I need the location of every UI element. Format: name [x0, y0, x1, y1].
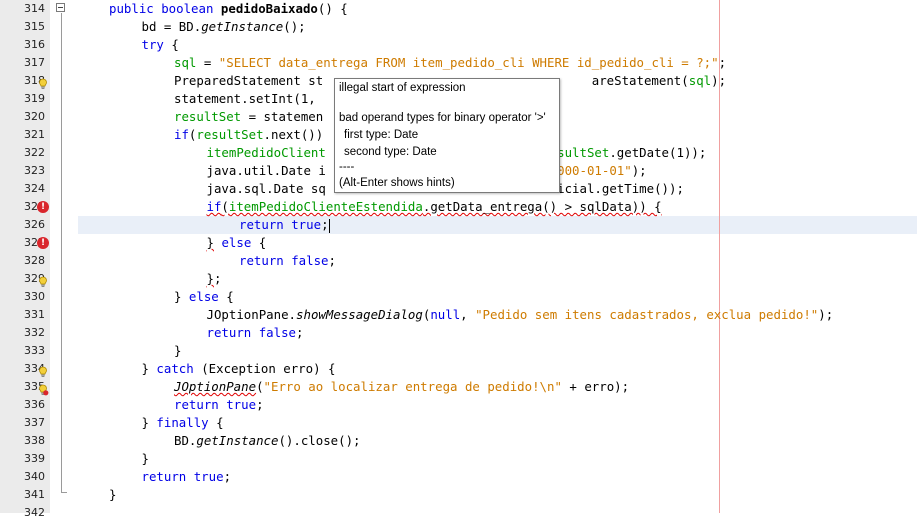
code-line[interactable]: 331 JOptionPane.showMessageDialog(null, "…	[0, 306, 917, 324]
line-number: 322	[24, 146, 45, 159]
code-line[interactable]: 336 return true;	[0, 396, 917, 414]
tooltip-message: bad operand types for binary operator '>…	[339, 112, 546, 124]
line-number: 319	[24, 92, 45, 105]
line-number: 342	[24, 506, 45, 519]
code-line[interactable]: 334} catch (Exception erro) {	[0, 360, 917, 378]
code-line[interactable]: 327!} else {	[0, 234, 917, 252]
code-line[interactable]: 329};	[0, 270, 917, 288]
code-text[interactable]: if(itemPedidoClienteEstendida.getData_en…	[207, 198, 662, 216]
code-text[interactable]: return true;	[239, 216, 330, 234]
code-line[interactable]: 330 } else {	[0, 288, 917, 306]
error-tooltip: illegal start of expression bad operand …	[334, 78, 560, 193]
line-number: 333	[24, 344, 45, 357]
line-number: 323	[24, 164, 45, 177]
line-number: 320	[24, 110, 45, 123]
code-text[interactable]: resultSet = statemen	[174, 108, 323, 126]
code-text[interactable]: } finally {	[142, 414, 224, 432]
code-line[interactable]: 316 try {	[0, 36, 917, 54]
code-text[interactable]: } else {	[174, 288, 234, 306]
code-text[interactable]: }	[109, 486, 116, 504]
code-line[interactable]: 335 JOptionPane("Erro ao localizar entreg…	[0, 378, 917, 396]
code-text[interactable]: return false;	[207, 324, 304, 342]
code-line[interactable]: 338 BD.getInstance().close();	[0, 432, 917, 450]
code-text[interactable]: }	[142, 450, 149, 468]
tooltip-second-type: second type: Date	[344, 146, 437, 158]
code-line[interactable]: 315 bd = BD.getInstance();	[0, 18, 917, 36]
tooltip-title: illegal start of expression	[339, 82, 466, 94]
tooltip-separator: ----	[339, 161, 355, 173]
hint-bulb-error-icon[interactable]	[37, 381, 49, 396]
code-text[interactable]: return false;	[239, 252, 336, 270]
code-text[interactable]: }	[174, 342, 181, 360]
code-text[interactable]: BD.getInstance().close();	[174, 432, 361, 450]
code-line[interactable]: 332 return false;	[0, 324, 917, 342]
line-number: 330	[24, 290, 45, 303]
code-line[interactable]: 317 sql = "SELECT data_entrega FROM item_…	[0, 54, 917, 72]
line-number: 315	[24, 20, 45, 33]
line-number: 314	[24, 2, 45, 15]
line-number: 331	[24, 308, 45, 321]
line-number: 338	[24, 434, 45, 447]
hint-bulb-icon[interactable]	[37, 363, 49, 377]
error-icon[interactable]: !	[37, 237, 49, 249]
code-text[interactable]: public boolean pedidoBaixado() {	[109, 0, 348, 18]
code-text[interactable]: return true;	[142, 468, 232, 486]
line-number: 328	[24, 254, 45, 267]
code-line[interactable]: 328 return false;	[0, 252, 917, 270]
line-number: 326	[24, 218, 45, 231]
code-text[interactable]: statement.setInt(1,	[174, 90, 316, 108]
code-text[interactable]: } catch (Exception erro) {	[142, 360, 336, 378]
code-line[interactable]: 325! if(itemPedidoClienteEstendida.getDat…	[0, 198, 917, 216]
tooltip-hint: (Alt-Enter shows hints)	[339, 177, 455, 189]
code-line[interactable]: 341}	[0, 486, 917, 504]
code-text[interactable]: };	[207, 270, 222, 288]
code-line[interactable]: 314 public boolean pedidoBaixado() {	[0, 0, 917, 18]
code-line[interactable]: 337 } finally {	[0, 414, 917, 432]
hint-bulb-icon[interactable]	[37, 75, 49, 89]
line-number: 340	[24, 470, 45, 483]
code-line[interactable]: 333}	[0, 342, 917, 360]
line-number: 337	[24, 416, 45, 429]
code-line[interactable]: 340 return true;	[0, 468, 917, 486]
code-text[interactable]: return true;	[174, 396, 264, 414]
code-text[interactable]: bd = BD.getInstance();	[142, 18, 306, 36]
line-number: 316	[24, 38, 45, 51]
line-number: 332	[24, 326, 45, 339]
tooltip-first-type: first type: Date	[344, 129, 419, 141]
line-number: 339	[24, 452, 45, 465]
code-line[interactable]: 342	[0, 504, 917, 522]
code-text[interactable]: JOptionPane.showMessageDialog(null, "Ped…	[207, 306, 834, 324]
code-text[interactable]: } else {	[207, 234, 267, 252]
code-text[interactable]: JOptionPane("Erro ao localizar entrega d…	[174, 378, 629, 396]
line-number: 321	[24, 128, 45, 141]
code-line[interactable]: 326 return true;	[0, 216, 917, 234]
code-text[interactable]: sql = "SELECT data_entrega FROM item_ped…	[174, 54, 726, 72]
line-number: 317	[24, 56, 45, 69]
code-text[interactable]: try {	[142, 36, 179, 54]
line-number: 336	[24, 398, 45, 411]
line-number: 341	[24, 488, 45, 501]
line-number: 324	[24, 182, 45, 195]
code-text[interactable]: if(resultSet.next())	[174, 126, 323, 144]
code-line[interactable]: 339}	[0, 450, 917, 468]
hint-bulb-icon[interactable]	[37, 273, 49, 287]
error-icon[interactable]: !	[37, 201, 49, 213]
